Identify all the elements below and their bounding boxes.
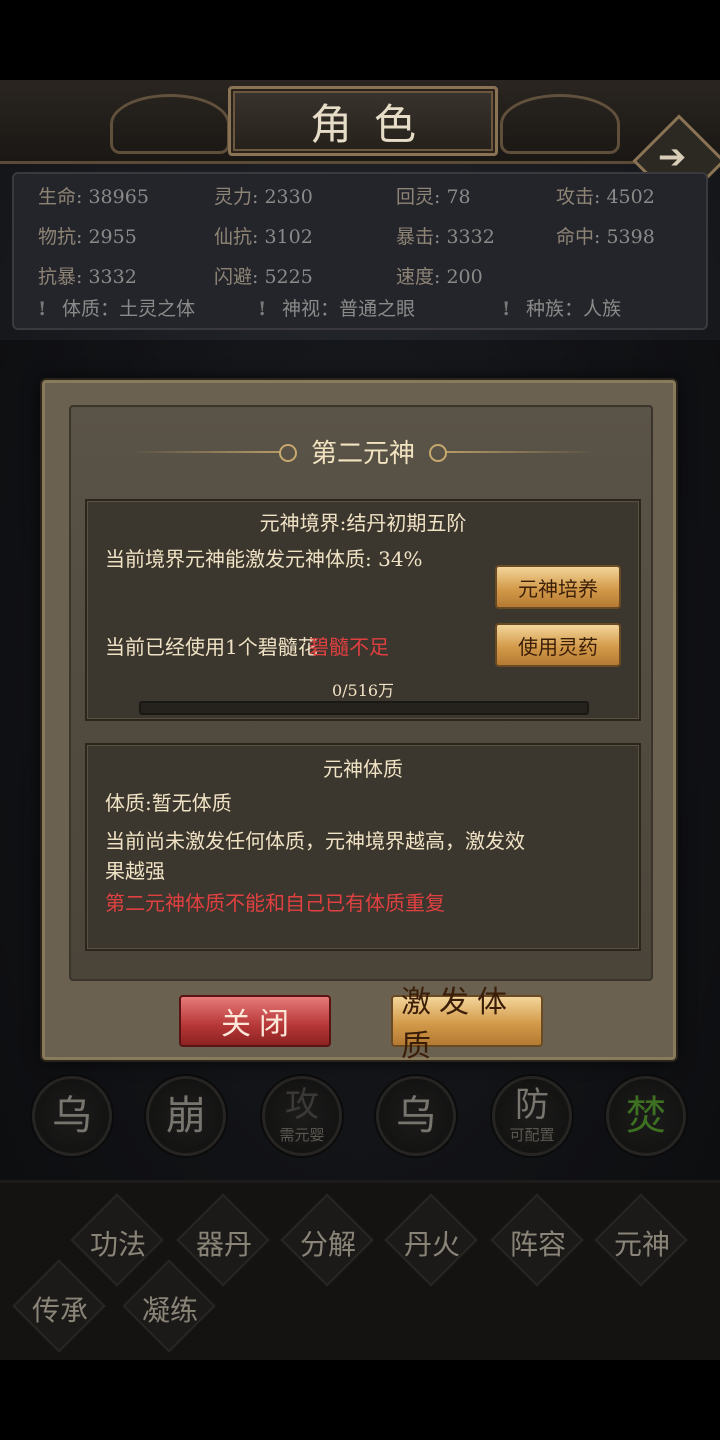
realm-heading: 元神境界:结丹初期五阶 [259, 511, 467, 535]
stat-dodge: 闪避: 5225 [214, 266, 313, 288]
use-medicine-button[interactable]: 使用灵药 [495, 623, 621, 667]
stat-phys-res: 物抗: 2955 [38, 226, 137, 248]
page-title: 角色 [309, 99, 438, 149]
activate-rate-text: 当前境界元神能激发元神体质: 34% [105, 547, 423, 571]
stat-crit-res: 抗暴: 3332 [38, 266, 137, 288]
progress-text: 0/516万 [331, 681, 395, 700]
stat-immortal-res: 仙抗: 3102 [214, 226, 313, 248]
header-bar: 角色 [0, 80, 720, 164]
stat-attack: 攻击: 4502 [556, 186, 655, 208]
cloud-ornament-right [500, 94, 620, 154]
insufficient-warning: 碧髓不足 [309, 635, 389, 659]
current-constitution: 体质:暂无体质 [105, 791, 232, 815]
alert-icon: ! [38, 298, 47, 320]
stat-spirit: 灵力: 2330 [214, 186, 313, 208]
progress-bar [139, 701, 589, 715]
activate-constitution-button[interactable]: 激发体质 [391, 985, 543, 1064]
arrow-right-icon: ➔ [657, 136, 687, 177]
title-plaque: 角色 [228, 86, 498, 156]
stat-crit: 暴击: 3332 [396, 226, 495, 248]
alert-icon: ! [258, 298, 267, 320]
constitution-desc-line2: 果越强 [105, 859, 165, 883]
stat-speed: 速度: 200 [396, 266, 483, 288]
used-item-text: 当前已经使用1个碧髓花 [105, 635, 318, 659]
cloud-ornament-left [110, 94, 230, 154]
close-button[interactable]: 关闭 [179, 995, 331, 1047]
alert-icon: ! [502, 298, 511, 320]
constitution-heading: 元神体质 [323, 757, 403, 781]
stat-hp: 生命: 38965 [38, 186, 149, 208]
soul-cultivate-button[interactable]: 元神培养 [495, 565, 621, 609]
constitution-desc-line1: 当前尚未激发任何体质，元神境界越高，激发效 [105, 829, 525, 853]
duplicate-warning: 第二元神体质不能和自己已有体质重复 [105, 891, 445, 915]
stats-panel: 生命: 38965 灵力: 2330 回灵: 78 攻击: 4502 物抗: 2… [12, 172, 708, 330]
tag-constitution[interactable]: ! 体质：土灵之体 [38, 294, 195, 321]
soul-constitution-panel: 元神体质 体质:暂无体质 当前尚未激发任何体质，元神境界越高，激发效 果越强 第… [85, 743, 641, 951]
tag-divine-sight[interactable]: ! 神视：普通之眼 [258, 294, 415, 321]
character-screen: 角色 ➔ 生命: 38965 灵力: 2330 回灵: 78 攻击: 4502 … [0, 80, 720, 1360]
stat-regen: 回灵: 78 [396, 186, 471, 208]
second-soul-dialog: 第二元神 元神境界:结丹初期五阶 当前境界元神能激发元神体质: 34% 元神培养… [42, 380, 676, 1064]
soul-realm-panel: 元神境界:结丹初期五阶 当前境界元神能激发元神体质: 34% 元神培养 当前已经… [85, 499, 641, 721]
tag-race[interactable]: ! 种族：人族 [502, 294, 621, 321]
stat-hit: 命中: 5398 [556, 226, 655, 248]
dialog-body: 第二元神 元神境界:结丹初期五阶 当前境界元神能激发元神体质: 34% 元神培养… [69, 405, 653, 981]
dialog-title: 第二元神 [310, 439, 415, 469]
